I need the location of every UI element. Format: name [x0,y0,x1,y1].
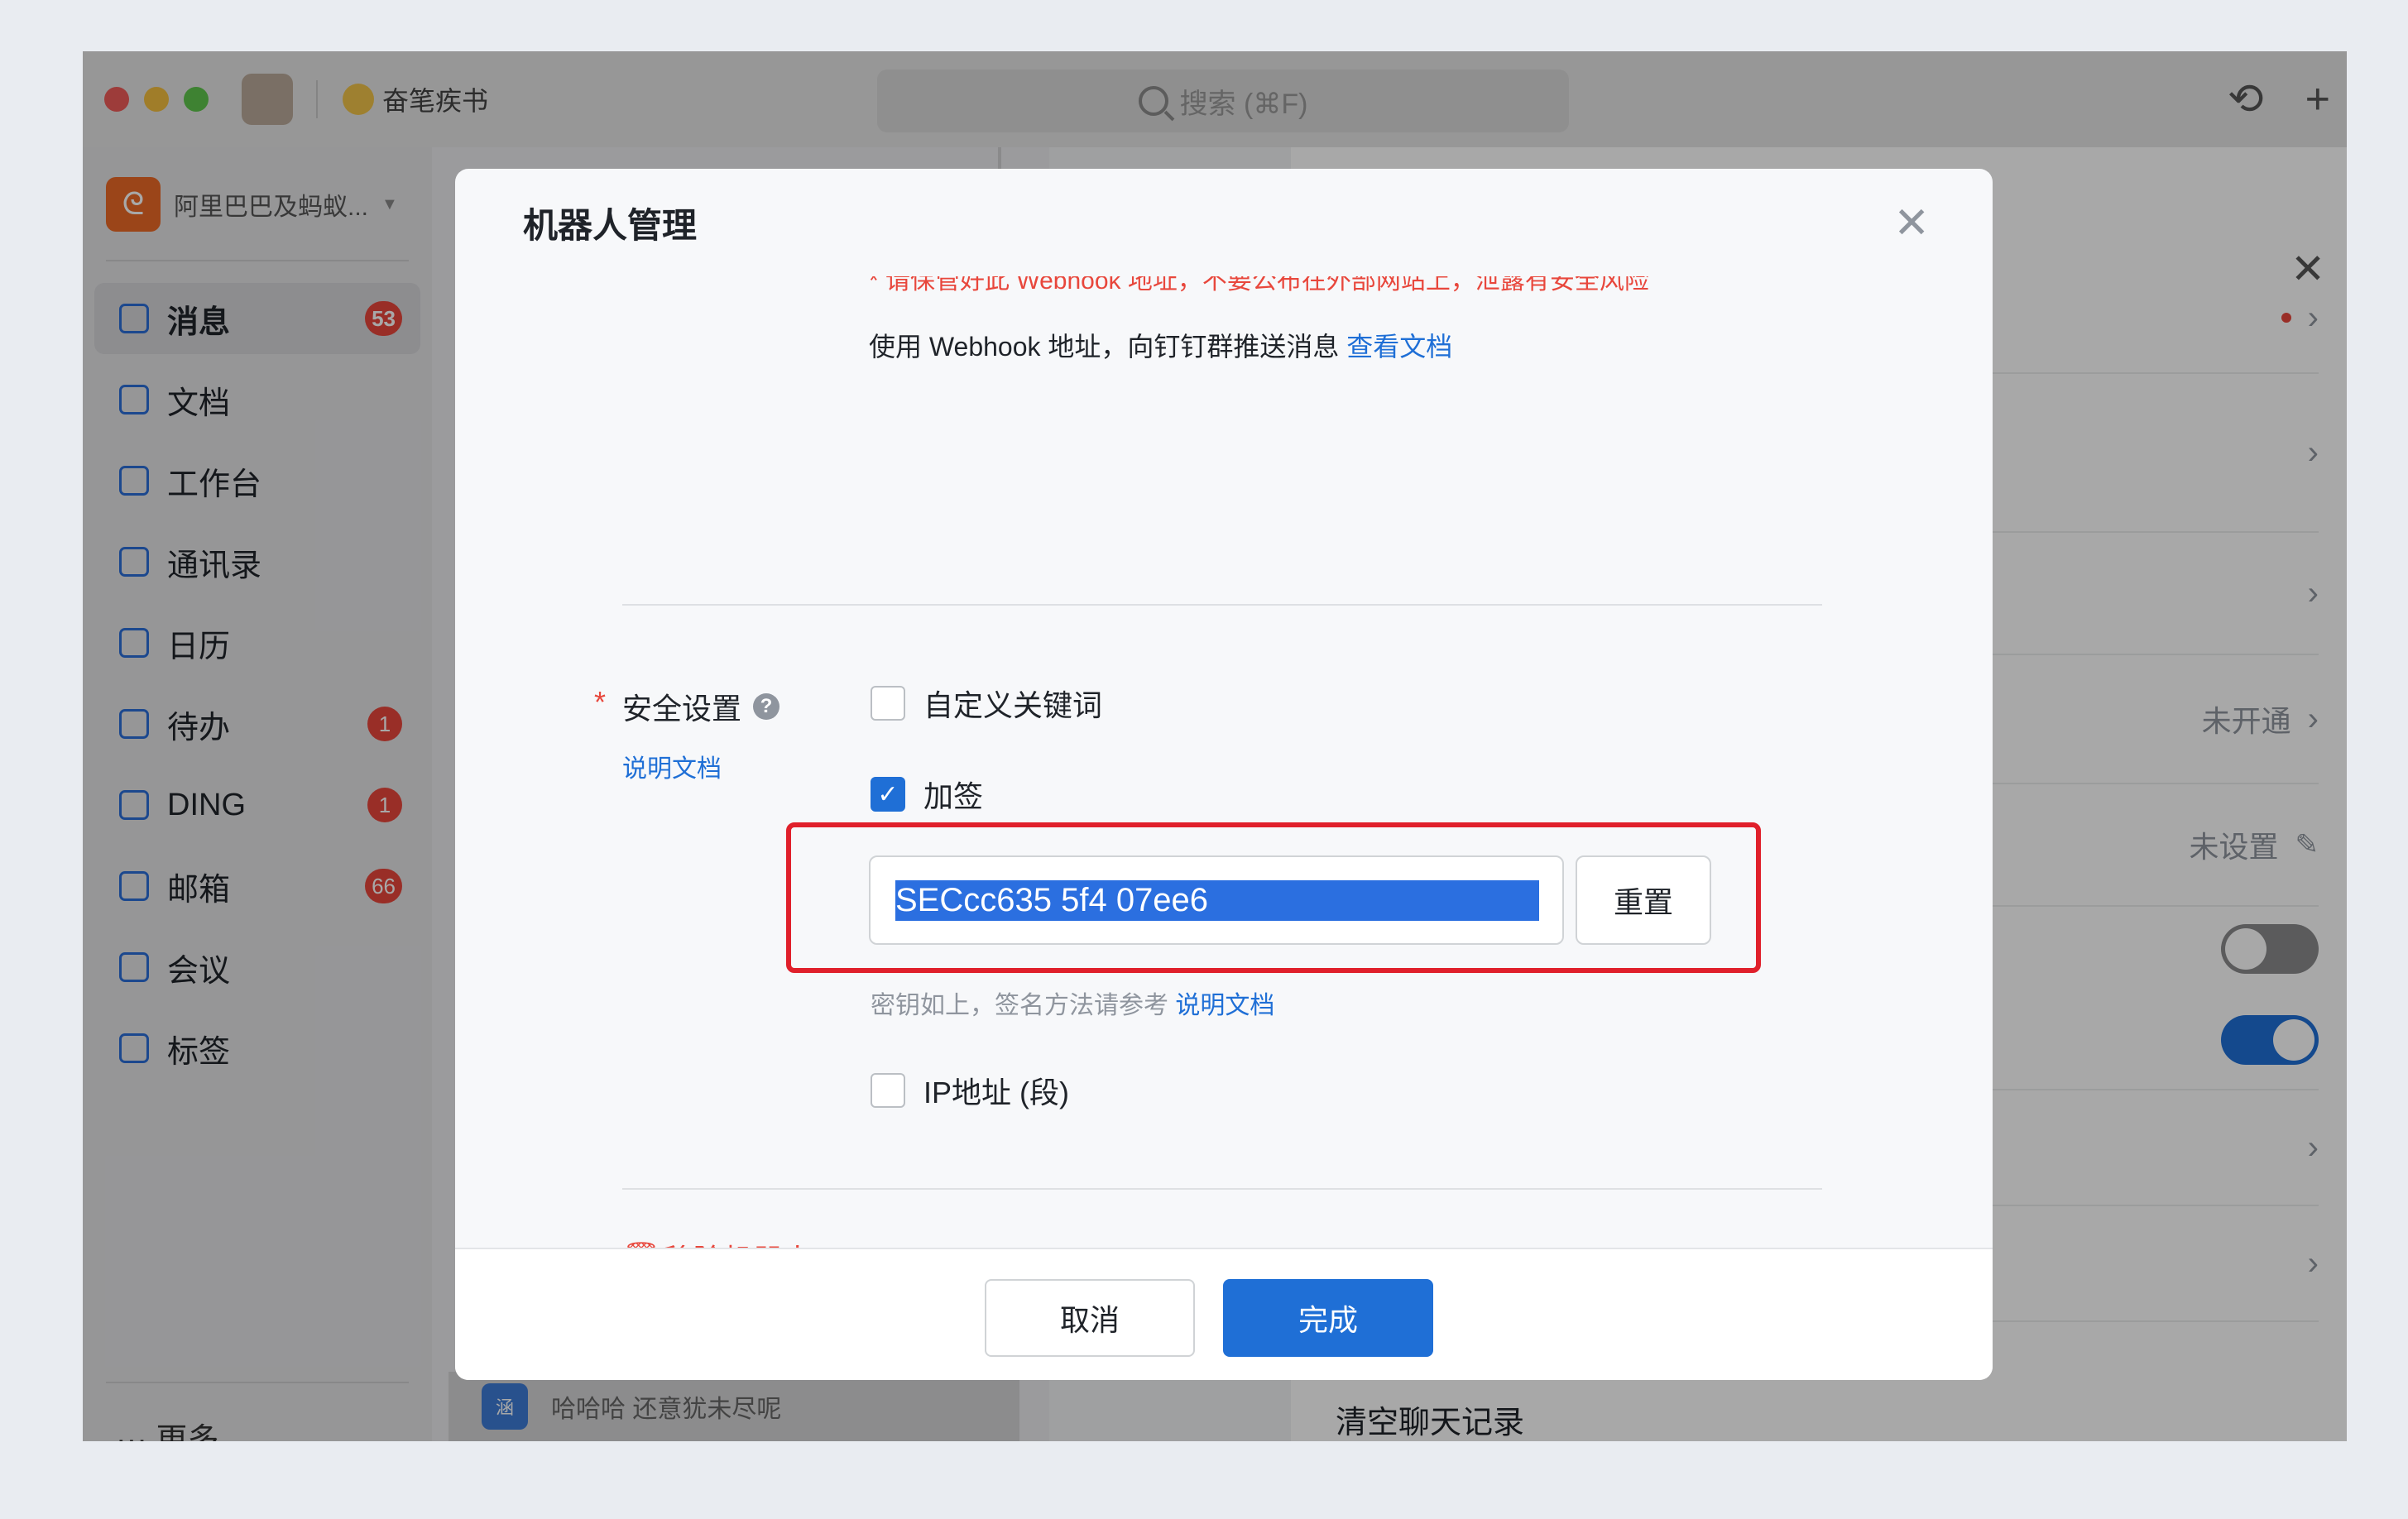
secret-value: SECcc635 5f4 07ee6 [895,879,1539,921]
ip-option[interactable]: IP地址 (段) [871,1069,1069,1112]
done-button[interactable]: 完成 [1223,1279,1433,1357]
cancel-button[interactable]: 取消 [985,1279,1195,1357]
security-warning: * 请保管好此 Webhook 地址，不要公布在外部网站上，泄露有安全风险 [869,276,1649,293]
security-doc-link[interactable]: 说明文档 [622,748,722,784]
robot-management-dialog: 机器人管理 ✕ * 请保管好此 Webhook 地址，不要公布在外部网站上，泄露… [455,169,1993,1380]
sign-checkbox[interactable]: ✓ [871,777,905,812]
reset-button[interactable]: 重置 [1576,855,1711,945]
secret-field[interactable]: SECcc635 5f4 07ee6 [869,855,1564,945]
webhook-description: 使用 Webhook 地址，向钉钉群推送消息 查看文档 [869,326,1452,364]
secret-hint: 密钥如上，签名方法请参考 说明文档 [871,985,1274,1021]
sign-option[interactable]: ✓ 加签 [871,773,983,816]
custom-keyword-option[interactable]: 自定义关键词 [871,682,1102,725]
section-divider [622,604,1822,606]
close-icon[interactable]: ✕ [1893,202,1930,245]
dialog-footer: 取消 完成 [455,1248,1993,1380]
custom-keyword-checkbox[interactable] [871,686,905,721]
custom-keyword-label: 自定义关键词 [923,688,1103,722]
dialog-header: 机器人管理 ✕ [455,169,1993,276]
help-icon[interactable]: ? [753,693,780,720]
ip-label: IP地址 (段) [923,1076,1069,1109]
ip-checkbox[interactable] [871,1073,905,1108]
secret-hint-text: 密钥如上，签名方法请参考 [871,992,1168,1019]
required-marker: * [594,685,607,719]
secret-doc-link[interactable]: 说明文档 [1175,992,1274,1019]
section-divider [622,1188,1822,1190]
sign-label: 加签 [923,779,984,813]
security-label-text: 安全设置 [622,692,742,726]
view-docs-link[interactable]: 查看文档 [1346,332,1452,362]
security-settings-label: 安全设置 ? [622,685,780,728]
webhook-desc-text: 使用 Webhook 地址，向钉钉群推送消息 [869,332,1340,362]
dialog-title: 机器人管理 [523,205,698,245]
